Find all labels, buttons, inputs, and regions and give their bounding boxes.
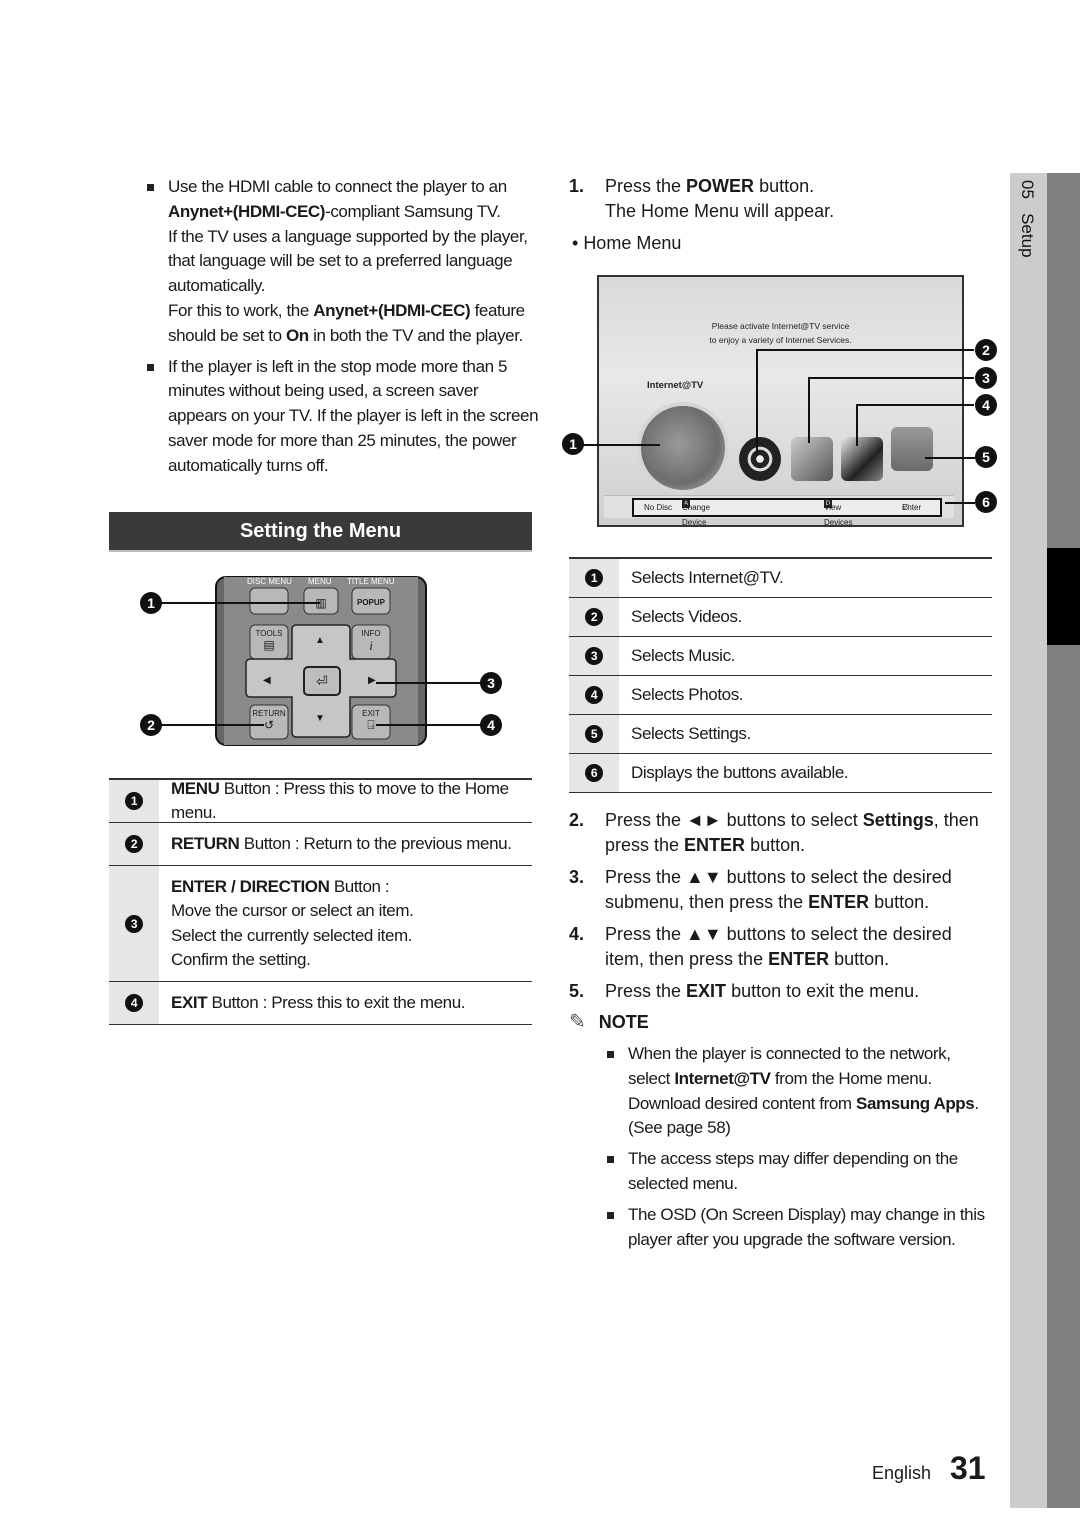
callout-line-1 [152, 602, 320, 604]
menu-label: MENU [308, 577, 332, 586]
step-2: 2. Press the ◄► buttons to select Settin… [569, 810, 979, 855]
note-list: When the player is connected to the netw… [605, 1042, 995, 1258]
step-3: 3. Press the ▲▼ buttons to select the de… [569, 867, 952, 912]
exit-button[interactable]: EXIT ⍈ [352, 705, 390, 739]
callout-line-2 [152, 724, 264, 726]
page-number: 31 [950, 1450, 986, 1486]
side-tab-marker [1047, 548, 1080, 645]
popup-button[interactable]: POPUP [352, 590, 390, 616]
footer-language: English [872, 1463, 932, 1483]
enter-icon: ⏎ [316, 673, 328, 689]
note-item: The access steps may differ depending on… [605, 1147, 995, 1197]
row-number: 1 [125, 792, 143, 810]
callout-line-4 [376, 724, 484, 726]
row-number: 2 [125, 835, 143, 853]
tools-button[interactable]: TOOLS ▤ [250, 625, 288, 659]
table-row: 1 Selects Internet@TV. [569, 559, 992, 598]
osd-callout-line-4 [856, 404, 974, 446]
no-disc-label: No Disc [644, 503, 673, 512]
callout-2: 2 [140, 714, 162, 736]
enter-button[interactable]: ⏎ [304, 667, 340, 695]
internet-tv-icon[interactable] [637, 402, 729, 494]
osd-button-bar: No Disc A Change Device D View Devices ⏎… [604, 495, 954, 527]
return-button[interactable]: RETURN ↺ [250, 705, 288, 739]
table-row: 4 EXIT Button : Press this to exit the m… [109, 982, 532, 1025]
bullet-square-icon [607, 1211, 614, 1219]
table-row: 3 ENTER / DIRECTION Button : Move the cu… [109, 866, 532, 982]
table-row: 4 Selects Photos. [569, 676, 992, 715]
step-5: 5. Press the EXIT button to exit the men… [569, 981, 920, 1001]
step-1: 1. Press the POWER button. The Home Menu… [569, 176, 835, 221]
side-tab-light [1010, 173, 1047, 1508]
note-item: When the player is connected to the netw… [605, 1042, 995, 1141]
table-row: 1 MENU Button : Press this to move to th… [109, 779, 532, 823]
osd-callout-line-1 [580, 444, 660, 446]
step-4: 4. Press the ▲▼ buttons to select the de… [569, 924, 952, 969]
osd-callout-4: 4 [975, 394, 997, 416]
section-title: Setting the Menu [109, 512, 532, 552]
left-button[interactable]: ◀ [263, 675, 271, 686]
enter-label: Enter [902, 503, 922, 512]
row-number: 4 [125, 994, 143, 1012]
table-row: 2 Selects Videos. [569, 598, 992, 637]
remote-button-table: 1 MENU Button : Press this to move to th… [109, 778, 532, 1025]
return-icon: ↺ [263, 718, 275, 732]
osd-callout-1: 1 [562, 433, 584, 455]
callout-4: 4 [480, 714, 502, 736]
down-button[interactable]: ▼ [315, 713, 325, 724]
table-row: 5 Selects Settings. [569, 715, 992, 754]
osd-callout-2: 2 [975, 339, 997, 361]
bullet-square-icon [607, 1051, 614, 1058]
osd-callout-line-5 [925, 457, 975, 459]
table-row: 3 Selects Music. [569, 637, 992, 676]
callout-line-3 [376, 682, 484, 684]
bullet-square-icon [607, 1156, 614, 1164]
internet-tv-label: Internet@TV [647, 380, 704, 391]
info-button[interactable]: INFO i [352, 625, 390, 659]
tools-icon: ▤ [263, 638, 275, 652]
side-tab-dark [1047, 173, 1080, 1508]
table-row: 6 Displays the buttons available. [569, 754, 992, 793]
osd-callout-6: 6 [975, 491, 997, 513]
osd-callout-3: 3 [975, 367, 997, 389]
view-devices-label: View Devices [824, 503, 853, 527]
info-icon: i [369, 638, 373, 653]
bullet-screensaver: If the player is left in the stop mode m… [145, 355, 540, 479]
osd-callout-5: 5 [975, 446, 997, 468]
bullet-square-icon [147, 184, 154, 191]
note-heading: ✎ NOTE [569, 1011, 649, 1033]
title-menu-label: TITLE MENU [347, 577, 395, 586]
bullet-square-icon [147, 363, 154, 371]
home-menu-heading: • Home Menu [572, 233, 682, 253]
callout-3: 3 [480, 672, 502, 694]
remote-illustration: DISC MENU MENU TITLE MENU ▥ POPUP TOOLS … [140, 575, 520, 750]
osd-callout-line-6 [945, 502, 975, 504]
note-item: The OSD (On Screen Display) may change i… [605, 1203, 995, 1253]
callout-1: 1 [140, 592, 162, 614]
pencil-icon: ✎ [569, 1011, 586, 1033]
intro-bullets: Use the HDMI cable to connect the player… [145, 175, 540, 485]
row-number: 3 [125, 914, 143, 933]
disc-menu-label: DISC MENU [247, 577, 292, 586]
bullet-anynet: Use the HDMI cable to connect the player… [145, 175, 540, 349]
change-device-label: Change Device [682, 503, 711, 527]
table-row: 2 RETURN Button : Return to the previous… [109, 823, 532, 866]
up-button[interactable]: ▲ [315, 635, 325, 646]
right-button[interactable]: ▶ [368, 675, 376, 686]
home-menu-table: 1 Selects Internet@TV. 2 Selects Videos. 3… [569, 557, 992, 793]
chapter-label: 05 Setup [1018, 180, 1037, 258]
exit-icon: ⍈ [367, 718, 375, 732]
